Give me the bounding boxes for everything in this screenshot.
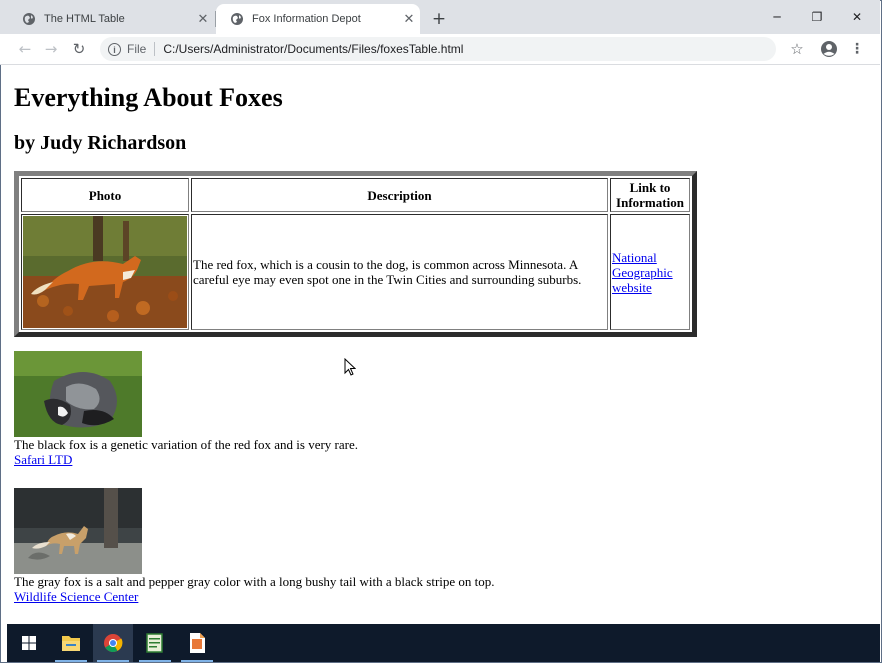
close-window-button[interactable]: ✕ [838, 2, 876, 32]
safari-ltd-link[interactable]: Safari LTD [14, 452, 72, 467]
link-cell: National Geographic website [610, 214, 690, 330]
wildlife-science-center-link[interactable]: Wildlife Science Center [14, 589, 138, 604]
forward-arrow-icon[interactable]: → [40, 38, 62, 60]
file-explorer-icon[interactable] [51, 624, 91, 662]
page-heading: Everything About Foxes [14, 83, 283, 112]
table-header-row: Photo Description Link to Information [21, 178, 690, 212]
national-geographic-link[interactable]: National Geographic website [612, 250, 673, 295]
running-indicator [181, 660, 213, 662]
url-text[interactable]: C:/Users/Administrator/Documents/Files/f… [163, 42, 463, 56]
tab-fox-information-depot[interactable]: Fox Information Depot ✕ [216, 4, 420, 34]
page-byline: by Judy Richardson [14, 132, 187, 154]
black-fox-section: The black fox is a genetic variation of … [14, 351, 864, 467]
running-indicator [55, 660, 87, 662]
notepad-icon[interactable] [135, 624, 175, 662]
tab-title: The HTML Table [44, 13, 125, 25]
tab-html-table[interactable]: The HTML Table ✕ [8, 4, 214, 34]
red-fox-photo [23, 216, 187, 328]
table-header: Photo [21, 178, 189, 212]
description-cell: The red fox, which is a cousin to the do… [191, 214, 608, 330]
menu-dots-icon[interactable]: ⋮ [846, 38, 868, 60]
page-viewport: Everything About Foxes by Judy Richardso… [6, 65, 874, 623]
table-header: Description [191, 178, 608, 212]
bookmark-star-icon[interactable]: ☆ [786, 38, 808, 60]
gray-fox-photo [14, 488, 142, 574]
profile-icon[interactable] [818, 38, 840, 60]
gray-fox-text: The gray fox is a salt and pepper gray c… [14, 574, 495, 589]
document-icon[interactable] [177, 624, 217, 662]
omnibox-divider [154, 42, 156, 56]
globe-icon [231, 13, 243, 25]
tab-close-icon[interactable]: ✕ [398, 11, 420, 27]
chrome-icon[interactable] [93, 624, 133, 662]
back-arrow-icon[interactable]: ← [14, 38, 36, 60]
browser-toolbar: ← → ↻ i File C:/Users/Administrator/Docu… [0, 34, 880, 65]
photo-cell [21, 214, 189, 330]
restore-button[interactable]: ❐ [798, 2, 836, 32]
reload-icon[interactable]: ↻ [68, 38, 90, 60]
fox-table: Photo Description Link to Information Th… [14, 171, 697, 337]
tab-title: Fox Information Depot [252, 13, 361, 25]
minimize-button[interactable]: ─ [758, 2, 796, 32]
tab-close-icon[interactable]: ✕ [192, 11, 214, 27]
page-content: Everything About Foxes by Judy Richardso… [14, 65, 864, 604]
black-fox-photo [14, 351, 142, 437]
running-indicator [139, 660, 171, 662]
tab-strip: The HTML Table ✕ Fox Information Depot ✕… [0, 0, 880, 34]
address-bar[interactable]: i File C:/Users/Administrator/Documents/… [100, 37, 776, 61]
table-row: The red fox, which is a cousin to the do… [21, 214, 690, 330]
running-indicator [97, 660, 129, 662]
gray-fox-section: The gray fox is a salt and pepper gray c… [14, 488, 864, 604]
windows-start-icon[interactable] [9, 624, 49, 662]
scheme-label: File [127, 42, 147, 56]
windows-taskbar [7, 624, 880, 662]
info-icon[interactable]: i [108, 42, 121, 56]
new-tab-button[interactable]: + [428, 8, 450, 30]
mouse-cursor-icon [344, 358, 356, 376]
globe-icon [23, 13, 35, 25]
black-fox-text: The black fox is a genetic variation of … [14, 437, 358, 452]
table-header: Link to Information [610, 178, 690, 212]
